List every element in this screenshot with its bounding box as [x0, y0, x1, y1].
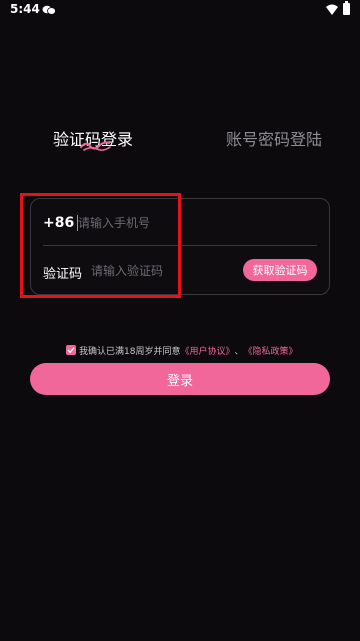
- agreement-row: 我确认已满18周岁并同意 《用户协议》 、 《隐私政策》: [66, 343, 298, 357]
- status-bar: 5:44: [0, 0, 360, 20]
- tab-active-indicator: [80, 141, 111, 151]
- login-screen: 5:44 验证码登录 账号密码登陆 +86 验证码 获取验证码 我确认已满18周…: [0, 0, 360, 641]
- chat-notification-icon: [42, 5, 56, 15]
- wifi-icon: [326, 4, 338, 15]
- agree-checkbox[interactable]: [66, 345, 76, 355]
- status-time: 5:44: [10, 2, 40, 16]
- login-button[interactable]: 登录: [30, 363, 330, 395]
- highlight-box: [20, 193, 181, 298]
- user-agreement-link[interactable]: 《用户协议》: [180, 344, 234, 357]
- battery-icon: [343, 1, 350, 15]
- agreement-text: 我确认已满18周岁并同意: [79, 346, 181, 357]
- get-code-button[interactable]: 获取验证码: [243, 259, 317, 281]
- agreement-separator: 、: [234, 346, 244, 357]
- tab-password-login[interactable]: 账号密码登陆: [226, 126, 322, 150]
- privacy-policy-link[interactable]: 《隐私政策》: [243, 344, 297, 357]
- checkmark-icon: [67, 347, 75, 354]
